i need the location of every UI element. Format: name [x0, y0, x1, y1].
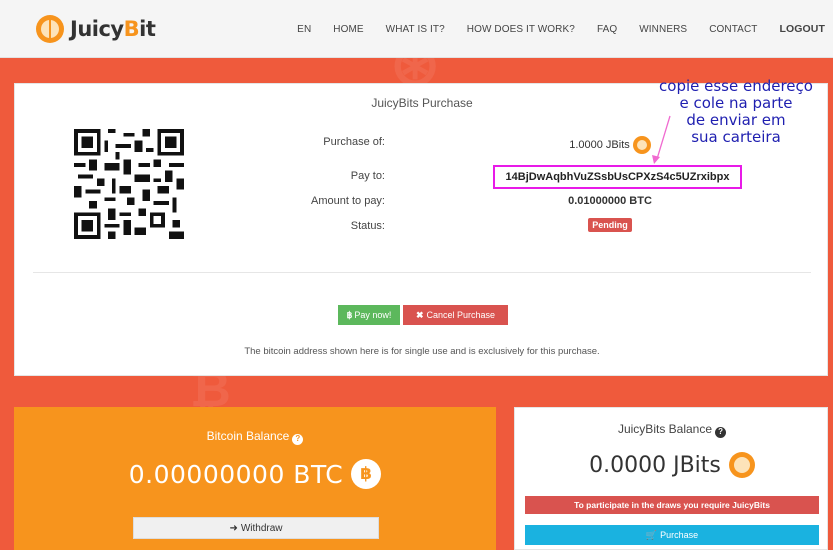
status-badge: Pending [588, 218, 632, 232]
jbits-balance-amount: 0.0000 JBits [515, 452, 829, 478]
logo-text: JuicyBit [70, 17, 156, 41]
bitcoin-icon: ฿ [351, 459, 382, 489]
pay-now-label: Pay now! [354, 310, 392, 320]
amount-label: Amount to pay: [311, 195, 385, 207]
withdraw-button[interactable]: ➜ Withdraw [133, 517, 379, 539]
jbits-amount-value: 0.0000 JBits [589, 452, 721, 478]
annotation-line: copie esse endereço [659, 77, 813, 95]
jbits-balance-label: JuicyBits Balance [617, 422, 713, 436]
annotation-line: sua carteira [691, 128, 781, 146]
help-icon[interactable]: ? [292, 433, 304, 445]
orange-slice-icon [36, 15, 64, 43]
nav-winners[interactable]: WINNERS [639, 24, 687, 35]
purchase-of-amount: 1.0000 JBits [569, 138, 630, 151]
jbits-coin-icon [728, 452, 755, 478]
jbits-balance-panel: JuicyBits Balance? 0.0000 JBits To parti… [514, 407, 828, 550]
divider [33, 272, 811, 273]
single-use-note: The bitcoin address shown here is for si… [244, 346, 600, 357]
status-label: Status: [350, 220, 385, 232]
close-icon: ✖ [415, 309, 424, 320]
logo[interactable]: JuicyBit [36, 12, 156, 46]
bitcoin-balance-title: Bitcoin Balance? [14, 429, 496, 445]
annotation-line: de enviar em [686, 111, 786, 129]
status-value: Pending [470, 218, 750, 232]
jbits-balance-title: JuicyBits Balance? [515, 422, 829, 438]
amount-value: 0.01000000 BTC [568, 195, 652, 207]
annotation-line: e cole na parte [679, 94, 793, 112]
nav-home[interactable]: HOME [333, 24, 363, 35]
nav-logout[interactable]: LOGOUT [779, 23, 825, 35]
cancel-purchase-label: Cancel Purchase [426, 310, 496, 320]
bitcoin-address[interactable]: 14BjDwAqbhVuZSsbUsCPXzS4c5UZrxibpx [493, 165, 742, 189]
bitcoin-icon: ฿ [346, 309, 353, 320]
withdraw-label: Withdraw [240, 522, 283, 534]
purchase-of-label: Purchase of: [323, 136, 385, 148]
purchase-button[interactable]: 🛒 Purchase [525, 525, 819, 545]
nav-faq[interactable]: FAQ [597, 24, 617, 35]
qr-code [74, 129, 184, 239]
nav-menu: EN HOME WHAT IS IT? HOW DOES IT WORK? FA… [275, 0, 825, 58]
arrow-circle-icon: ➜ [229, 522, 238, 534]
nav-how-does-it-work[interactable]: HOW DOES IT WORK? [467, 24, 575, 35]
jbits-required-warning: To participate in the draws you require … [525, 496, 819, 514]
top-navbar: JuicyBit EN HOME WHAT IS IT? HOW DOES IT… [0, 0, 833, 58]
bitcoin-amount-value: 0.00000000 BTC [128, 459, 344, 489]
pay-now-button[interactable]: ฿ Pay now! [338, 305, 400, 325]
nav-what-is-it[interactable]: WHAT IS IT? [386, 24, 445, 35]
help-icon[interactable]: ? [715, 426, 727, 438]
nav-contact[interactable]: CONTACT [709, 24, 757, 35]
cart-icon: 🛒 [645, 529, 658, 540]
bitcoin-balance-label: Bitcoin Balance [206, 429, 290, 443]
bitcoin-balance-amount: 0.00000000 BTC ฿ [14, 459, 496, 489]
nav-language[interactable]: EN [297, 24, 311, 35]
pay-to-label: Pay to: [350, 170, 385, 182]
cancel-purchase-button[interactable]: ✖ Cancel Purchase [403, 305, 508, 325]
annotation-text: copie esse endereço e cole na parte de e… [641, 78, 831, 146]
bitcoin-balance-panel: Bitcoin Balance? 0.00000000 BTC ฿ ➜ Withdr… [14, 407, 496, 550]
purchase-label: Purchase [660, 530, 699, 540]
